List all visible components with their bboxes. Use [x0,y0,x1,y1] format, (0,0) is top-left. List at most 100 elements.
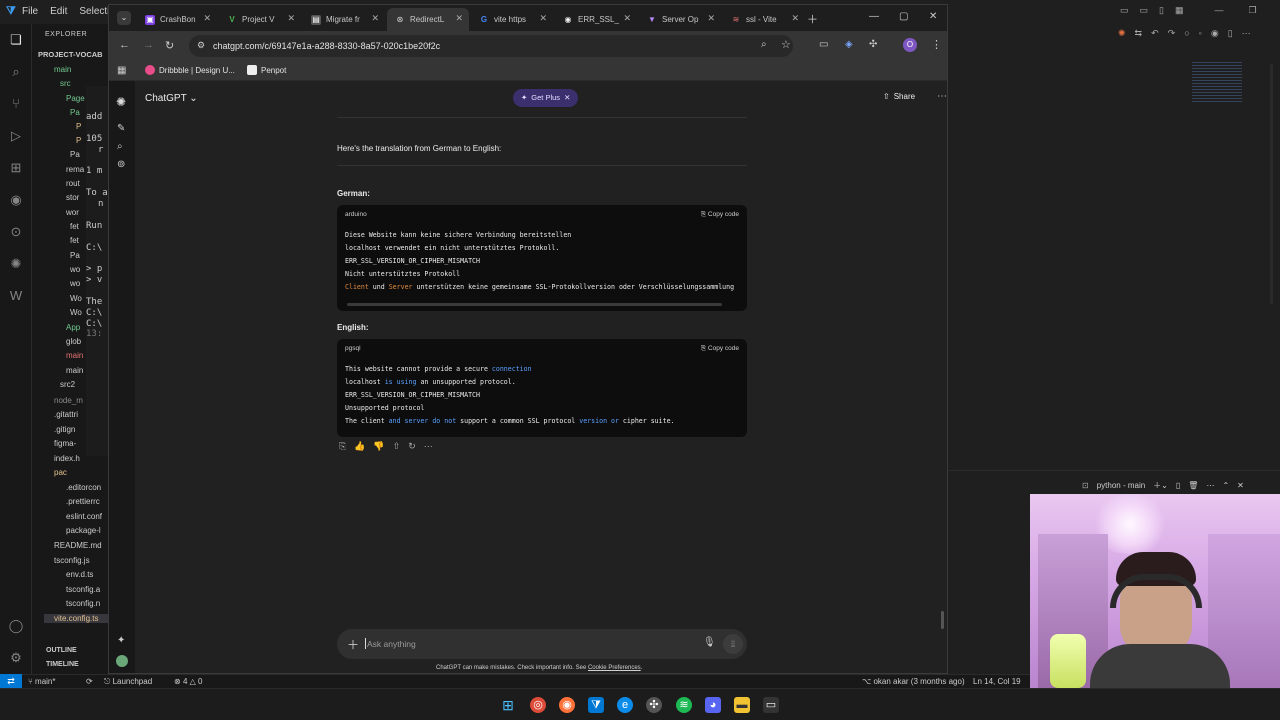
back-arrow-icon[interactable]: ← [119,39,130,51]
tree-item[interactable]: fet [70,236,79,245]
extensions-puzzle-icon[interactable]: ✣ [869,39,877,50]
copy-code-button[interactable]: ⎘ Copy code [701,211,739,219]
github-small-icon[interactable]: ◉ [1211,28,1219,39]
tree-item[interactable]: tsconfig.n [66,599,100,608]
vscode-taskbar-icon[interactable]: ⧩ [588,697,604,713]
app-taskbar-icon[interactable]: ✣ [646,697,662,713]
tree-item[interactable]: fet [70,222,79,231]
browser-tab[interactable]: ▼ Server Op ✕ [639,8,721,31]
browser-tab[interactable]: ≋ ssl - Vite ✕ [723,8,805,31]
window-close-icon[interactable]: ✕ [929,11,937,22]
new-chat-icon[interactable]: ✎ [117,123,125,134]
attach-plus-icon[interactable]: ＋ [347,636,359,653]
cookie-preferences-link[interactable]: Cookie Preferences [588,665,641,671]
tree-item[interactable]: package-l [66,526,101,535]
remote-indicator-icon[interactable]: ⇄ [0,674,22,688]
vs-restore-icon[interactable]: ❐ [1249,5,1257,16]
search-icon[interactable]: ⌕ [8,64,24,80]
tree-item[interactable]: App [66,323,80,332]
project-root[interactable]: PROJECT-VOCAB [38,50,103,59]
terminal-taskbar-icon[interactable]: ▭ [763,697,779,713]
cursor-position[interactable]: Ln 14, Col 19 [973,677,1021,686]
tab-close-icon[interactable]: ✕ [623,13,631,24]
bookmark-dribbble[interactable]: Dribbble | Design U... [145,65,235,75]
tree-item[interactable]: .editorcon [66,483,101,492]
dot-icon[interactable]: ◦ [1199,28,1202,39]
profile-avatar[interactable]: O [903,38,917,52]
file-explorer-taskbar-icon[interactable]: ▬ [734,697,750,713]
bookmark-penpot[interactable]: Penpot [247,65,286,75]
sidebar-toggle-icon[interactable]: ▯ [1159,5,1164,16]
tree-item[interactable]: Wo [70,308,82,317]
forward-arrow-icon[interactable]: → [143,39,154,51]
tree-item[interactable]: Pa [70,150,80,159]
vs-minimize-icon[interactable]: — [1215,5,1224,16]
discord-taskbar-icon[interactable]: ◕ [705,697,721,713]
timeline-section[interactable]: TIMELINE [46,661,79,668]
tree-item[interactable]: tsconfig.a [66,585,100,594]
explorer-icon[interactable]: ❏ [8,32,24,48]
sync-icon[interactable]: ⟳ [86,677,93,686]
reload-icon[interactable]: ↻ [165,39,174,52]
layout-icon[interactable]: ▭ [1120,5,1129,16]
tree-item[interactable]: Pa [70,251,80,260]
tree-item[interactable]: node_m [54,396,83,405]
run-debug-icon[interactable]: ▷ [8,128,24,144]
copy-code-button[interactable]: ⎘ Copy code [701,345,739,353]
horizontal-scrollbar[interactable] [347,303,722,306]
blame-status[interactable]: ⌥ okan akar (3 months ago) [862,677,965,686]
tree-item[interactable]: src [60,79,71,88]
circle-icon[interactable]: ○ [1184,28,1189,39]
manage-gear-icon[interactable]: ⚙ [8,650,24,666]
browser-tab[interactable]: Gvite https ✕ [471,8,553,31]
extension-shield-icon[interactable]: ◈ [845,39,853,50]
tree-item[interactable]: index.h [54,454,80,463]
back-icon[interactable]: ↶ [1151,28,1159,39]
openai-icon[interactable]: ✺ [8,256,24,272]
tree-item[interactable]: rema [66,165,84,174]
microphone-icon[interactable]: 🎙 [703,637,716,648]
model-selector[interactable]: ChatGPT ⌄ [145,93,198,104]
conversation-menu-icon[interactable]: ⋯ [937,91,947,102]
tree-item[interactable]: figma- [54,439,76,448]
compare-icon[interactable]: ⇆ [1135,28,1143,39]
extensions-icon[interactable]: ⊞ [8,160,24,176]
tree-item[interactable]: main [54,65,71,74]
share-message-icon[interactable]: ⇧ [393,441,401,452]
wave-icon[interactable]: W [8,288,24,304]
tree-item[interactable]: Pa [70,108,80,117]
source-control-icon[interactable]: ⑂ [8,96,24,112]
prompt-input[interactable]: Ask anything [367,639,416,649]
tree-item[interactable]: env.d.ts [66,570,93,579]
dismiss-plus-icon[interactable]: ✕ [564,89,570,107]
site-info-icon[interactable]: ⚙ [197,40,205,51]
library-icon[interactable]: ⊚ [117,159,125,170]
more-actions-icon[interactable]: ⋯ [1242,28,1251,39]
browser-tab[interactable]: ◉ ERR_SSL_ ✕ [555,8,637,31]
zoom-icon[interactable]: ⌕ [761,39,767,50]
tree-item[interactable]: wor [66,208,79,217]
page-scrollbar[interactable] [941,611,944,629]
edge-taskbar-icon[interactable]: e [617,697,633,713]
omnibox[interactable]: ⚙ chatgpt.com/c/69147e1a-a288-8330-8a57-… [189,35,793,57]
forward-icon[interactable]: ↷ [1168,28,1176,39]
user-avatar[interactable] [116,655,128,667]
branch-status[interactable]: ⑂ main* [28,677,55,686]
account-icon[interactable]: ◯ [8,618,24,634]
tree-item[interactable]: rout [66,179,80,188]
browser-tab[interactable]: ▤ Migrate fr ✕ [303,8,385,31]
menu-file[interactable]: File [22,6,38,17]
url-text[interactable]: chatgpt.com/c/69147e1a-a288-8330-8a57-02… [213,41,440,51]
get-plus-button[interactable]: ✦ Get Plus ✕ [513,89,579,107]
chrome-taskbar-icon[interactable]: ◎ [530,697,546,713]
new-tab-icon[interactable]: ＋ [807,11,818,27]
tree-item[interactable]: glob [66,337,81,346]
split-editor-icon[interactable]: ▯ [1228,28,1233,39]
tree-item[interactable]: P [76,122,81,131]
sparkle-icon[interactable]: ✺ [1118,28,1126,39]
remote-explorer-icon[interactable]: ⊙ [8,224,24,240]
copy-icon[interactable]: ⎘ [339,441,346,452]
share-button[interactable]: ⇧ Share [883,92,915,101]
new-terminal-icon[interactable]: ＋⌄ [1153,480,1168,491]
tree-item[interactable]: stor [66,193,79,202]
